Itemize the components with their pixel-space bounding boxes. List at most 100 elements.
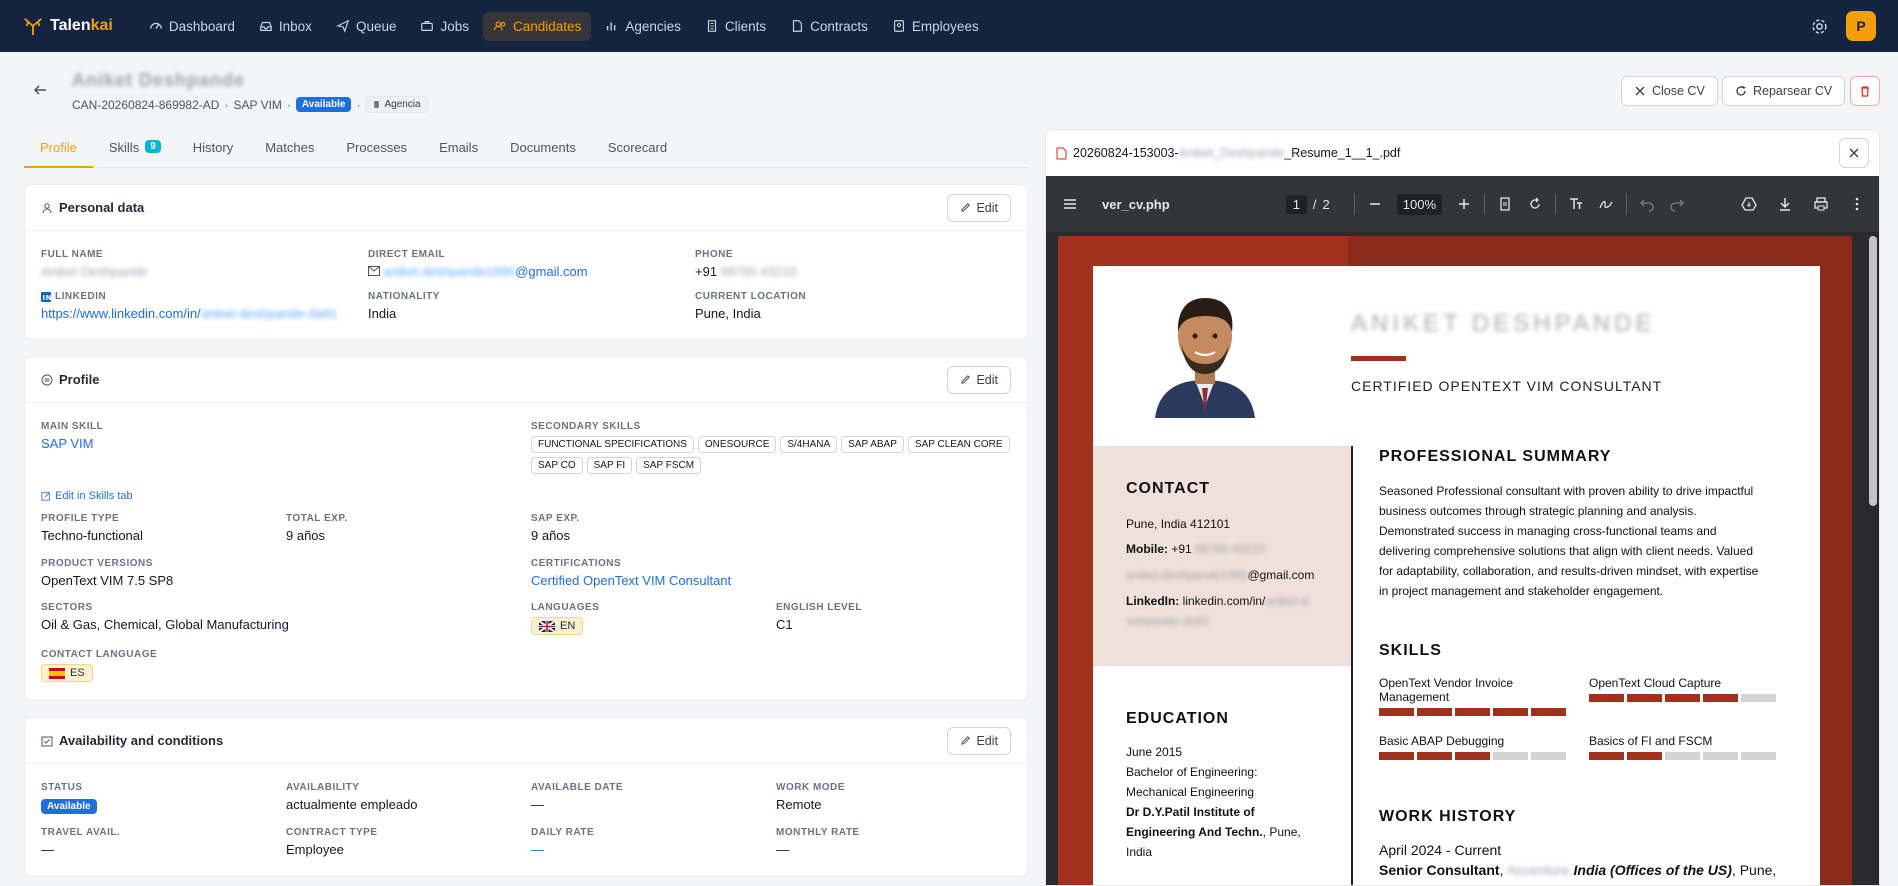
draw-icon[interactable] (1598, 196, 1614, 212)
spain-flag-icon (49, 667, 65, 679)
brand-logo[interactable]: Talenkai (22, 15, 113, 37)
nav-candidates[interactable]: Candidates (483, 11, 592, 41)
gear-icon[interactable] (1811, 18, 1828, 35)
viewer-title: ver_cv.php (1102, 196, 1170, 212)
skill-chip: FUNCTIONAL SPECIFICATIONS (531, 436, 694, 453)
main-skill-field: MAIN SKILL SAP VIM (41, 421, 104, 451)
nav-employees[interactable]: Employees (882, 12, 989, 41)
toolbar-divider (1626, 194, 1628, 214)
print-icon[interactable] (1813, 196, 1829, 212)
availability-title: Availability and conditions (59, 733, 224, 748)
reparse-cv-button[interactable]: Reparsear CV (1722, 76, 1846, 106)
zoom-level[interactable]: 100% (1396, 193, 1443, 215)
edit-availability-button[interactable]: Edit (947, 726, 1011, 755)
top-nav: Talenkai Dashboard Inbox Queue Jobs Cand… (0, 0, 1898, 52)
phone-field: PHONE +91 98765 43210 (695, 249, 797, 279)
nav-clients[interactable]: Clients (695, 12, 776, 41)
pencil-icon (961, 736, 971, 745)
pdf-scrollbar[interactable] (1869, 236, 1877, 506)
pdf-file-icon (1056, 147, 1067, 159)
skill-meter (1589, 752, 1776, 760)
edit-personal-button[interactable]: Edit (947, 193, 1011, 222)
zoom-controls: 100% (1367, 193, 1472, 215)
logo-icon (24, 17, 42, 36)
personal-data-title: Personal data (59, 200, 145, 215)
skill-chip: S/4HANA (780, 436, 838, 453)
close-icon (1635, 86, 1645, 96)
redo-icon[interactable] (1669, 196, 1685, 212)
cv-mobile: Mobile: +91 98765 43210 (1126, 542, 1266, 556)
tab-processes[interactable]: Processes (330, 134, 423, 168)
nav-inbox[interactable]: Inbox (249, 12, 322, 41)
rotate-icon[interactable] (1527, 196, 1543, 212)
chart-icon (607, 22, 616, 31)
download-icon[interactable] (1777, 196, 1793, 212)
cv-address: Pune, India 412101 (1126, 517, 1231, 531)
users-icon (493, 21, 506, 31)
zoom-in-icon[interactable] (1456, 196, 1472, 212)
cv-skill-item: Basic ABAP Debugging (1379, 734, 1566, 760)
edit-in-skills-link[interactable]: Edit in Skills tab (41, 490, 133, 502)
nav-queue[interactable]: Queue (326, 12, 407, 41)
location-field: CURRENT LOCATION Pune, India (695, 291, 807, 321)
edit-profile-button[interactable]: Edit (947, 365, 1011, 394)
pencil-icon (961, 203, 971, 212)
nav-agencies[interactable]: Agencies (595, 12, 691, 41)
tab-profile[interactable]: Profile (24, 134, 93, 168)
tab-matches[interactable]: Matches (249, 134, 330, 168)
cv-role: CERTIFIED OPENTEXT VIM CONSULTANT (1351, 378, 1663, 394)
cv-skill-item: OpenText Vendor Invoice Management (1379, 676, 1566, 716)
building-icon (374, 101, 380, 108)
cv-preview-panel: 20260824-153003-Aniket_Deshpande_Resume_… (1045, 129, 1880, 886)
profile-icon (41, 374, 53, 385)
more-vertical-icon[interactable] (1849, 196, 1865, 212)
email-value[interactable]: aniket.deshpande1990@gmail.com (368, 264, 588, 279)
menu-icon[interactable] (1062, 196, 1078, 212)
cv-email: aniket.deshpande1990@gmail.com (1126, 568, 1315, 582)
drive-save-icon[interactable] (1741, 196, 1757, 212)
nav-contracts[interactable]: Contracts (780, 12, 878, 41)
sap-exp-field: SAP EXP. 9 años (531, 513, 580, 543)
skill-meter (1589, 694, 1776, 702)
briefcase-icon (421, 21, 434, 31)
linkedin-link[interactable]: https://www.linkedin.com/in/aniket-deshp… (41, 306, 337, 321)
cv-candidate-name: ANIKET DESHPANDE (1351, 310, 1656, 337)
skill-chip: SAP CLEAN CORE (907, 436, 1010, 453)
page-input[interactable]: 1 (1285, 194, 1307, 214)
close-pdf-button[interactable] (1839, 138, 1869, 168)
contract-type-field: CONTRACT TYPE Employee (286, 827, 378, 857)
main-skill-value[interactable]: SAP VIM (41, 436, 103, 451)
nav-dashboard[interactable]: Dashboard (139, 12, 245, 41)
close-cv-button[interactable]: Close CV (1621, 76, 1718, 106)
skill-chip: ONESOURCE (697, 436, 777, 453)
availability-field: AVAILABILITY actualmente empleado (286, 782, 418, 812)
fit-page-icon[interactable] (1497, 196, 1513, 212)
tab-history[interactable]: History (177, 134, 249, 168)
email-field: DIRECT EMAIL aniket.deshpande1990@gmail.… (368, 249, 588, 279)
text-icon[interactable] (1568, 196, 1584, 212)
svg-text:in: in (43, 294, 52, 302)
travel-field: TRAVEL AVAIL. — (41, 827, 121, 857)
viewer-actions (1741, 196, 1865, 212)
skill-chip: SAP ABAP (841, 436, 904, 453)
refresh-icon (1736, 85, 1746, 96)
undo-icon[interactable] (1639, 196, 1655, 212)
tab-skills[interactable]: Skills 9 (93, 134, 177, 168)
zoom-out-icon[interactable] (1367, 196, 1383, 212)
nav-jobs[interactable]: Jobs (410, 12, 479, 41)
back-arrow-icon[interactable] (32, 82, 48, 98)
mail-icon (368, 266, 380, 276)
language-badge: EN (531, 617, 584, 635)
status-badge: Available (295, 97, 352, 112)
pdf-viewer-canvas[interactable]: ANIKET DESHPANDE CERTIFIED OPENTEXT VIM … (1046, 232, 1879, 885)
pdf-filename: 20260824-153003-Aniket_Deshpande_Resume_… (1073, 146, 1401, 160)
candidate-id: CAN-20260824-869982-AD (72, 97, 220, 112)
candidate-name: Aniket Deshpande (72, 70, 246, 90)
tab-documents[interactable]: Documents (494, 134, 592, 168)
close-icon (1849, 148, 1859, 158)
delete-button[interactable] (1850, 76, 1880, 106)
tab-scorecard[interactable]: Scorecard (592, 134, 683, 168)
user-avatar[interactable]: P (1846, 11, 1876, 41)
tab-emails[interactable]: Emails (423, 134, 494, 168)
certification-link[interactable]: Certified OpenText VIM Consultant (531, 573, 731, 588)
